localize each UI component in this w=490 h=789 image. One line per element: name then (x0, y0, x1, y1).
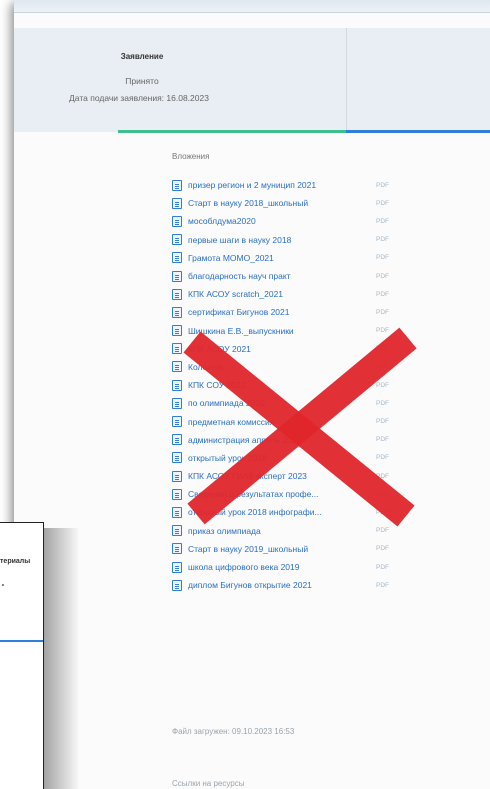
side-panel-label: териалы (0, 558, 31, 565)
attachment-link[interactable]: благодарность науч практ (188, 271, 370, 281)
side-panel-blue-line (0, 640, 43, 642)
file-icon (172, 579, 182, 591)
statement-status: Принято (125, 76, 159, 86)
upload-timestamp: Файл загружен: 09.10.2023 16:53 (172, 727, 295, 736)
attachment-link[interactable]: сертификат Бигунов 2021 (188, 307, 370, 317)
file-icon (172, 179, 182, 191)
file-icon (172, 234, 182, 246)
attachment-link[interactable]: Старт в науку 2019_школьный (188, 544, 370, 554)
rejected-cross-mark (183, 327, 417, 527)
attachment-link[interactable]: первые шаги в науку 2018 (188, 235, 370, 245)
next-step-bar (346, 130, 490, 133)
file-type-label: PDF (376, 254, 389, 262)
side-panel-shadow (44, 528, 80, 789)
attachment-item[interactable]: мособлдума2020 PDF (172, 212, 432, 230)
file-icon (172, 543, 182, 555)
attachment-link[interactable]: Старт в науку 2018_школьный (188, 198, 370, 208)
attachment-item[interactable]: Старт в науку 2018_школьный PDF (172, 194, 432, 212)
file-type-label: PDF (376, 181, 389, 189)
attachment-link[interactable]: школа цифрового века 2019 (188, 562, 370, 572)
resources-heading: Ссылки на ресурсы (172, 779, 245, 788)
attachment-link[interactable]: Грамота МОМО_2021 (188, 253, 370, 263)
attachments-heading: Вложения (172, 152, 210, 161)
file-type-label: PDF (376, 581, 389, 589)
side-panel-dot (2, 584, 4, 586)
file-icon (172, 306, 182, 318)
attachment-link[interactable]: призер регион и 2 муницип 2021 (188, 180, 370, 190)
main-screenshot: Заявление Принято Дата подачи заявления:… (14, 0, 490, 789)
status-accepted-bar (118, 130, 346, 133)
attachment-item[interactable]: призер регион и 2 муницип 2021 PDF (172, 176, 432, 194)
file-type-label: PDF (376, 272, 389, 280)
attachment-item[interactable]: благодарность науч практ PDF (172, 267, 432, 285)
attachment-item[interactable]: диплом Бигунов открытие 2021 PDF (172, 576, 432, 594)
file-icon (172, 288, 182, 300)
attachment-item[interactable]: сертификат Бигунов 2021 PDF (172, 303, 432, 321)
file-type-label: PDF (376, 545, 389, 553)
attachment-item[interactable]: школа цифрового века 2019 PDF (172, 558, 432, 576)
top-toolbar-strip (14, 0, 490, 13)
attachment-item[interactable]: КПК АСОУ scratch_2021 PDF (172, 285, 432, 303)
attachment-link[interactable]: мособлдума2020 (188, 216, 370, 226)
file-type-label: PDF (376, 199, 389, 207)
attachment-item[interactable]: Старт в науку 2019_школьный PDF (172, 540, 432, 558)
attachment-link[interactable]: КПК АСОУ scratch_2021 (188, 289, 370, 299)
statement-date: Дата подачи заявления: 16.08.2023 (69, 93, 209, 103)
attachment-item[interactable]: Грамота МОМО_2021 PDF (172, 249, 432, 267)
file-icon (172, 215, 182, 227)
file-type-label: PDF (376, 308, 389, 316)
file-icon (172, 197, 182, 209)
side-panel-screenshot: териалы (0, 522, 44, 789)
file-icon (172, 252, 182, 264)
attachment-link[interactable]: диплом Бигунов открытие 2021 (188, 580, 370, 590)
file-icon (172, 270, 182, 282)
attachment-item[interactable]: первые шаги в науку 2018 PDF (172, 231, 432, 249)
statement-title: Заявление (120, 52, 164, 61)
file-icon (172, 561, 182, 573)
file-type-label: PDF (376, 290, 389, 298)
file-type-label: PDF (376, 563, 389, 571)
file-type-label: PDF (376, 236, 389, 244)
header-divider (346, 28, 347, 132)
file-type-label: PDF (376, 217, 389, 225)
